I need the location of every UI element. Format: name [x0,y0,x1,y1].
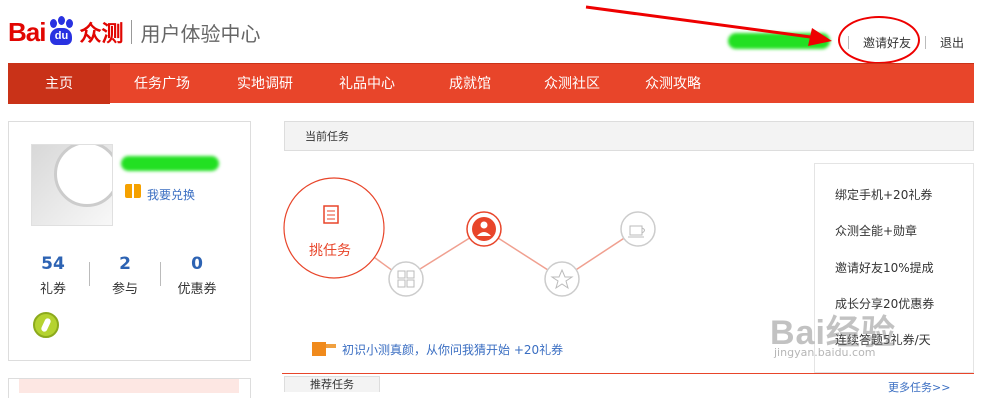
gift-icon [125,184,141,198]
stat-value: 54 [41,254,65,274]
main-nav: 主页 任务广场 实地调研 礼品中心 成就馆 众测社区 众测攻略 [8,63,974,104]
stat-label: 参与 [111,282,138,297]
level-badge-icon[interactable] [33,312,59,338]
stat-value: 2 [119,254,131,274]
star-node-icon[interactable] [544,261,580,297]
stat-label: 优惠券 [177,282,217,297]
page-title: 用户体验中心 [140,21,261,46]
logo-product: 众测 [79,22,124,47]
stat-participations[interactable]: 2 参与 [95,254,155,297]
annotation-arrow-icon [585,5,832,46]
user-node-icon[interactable] [466,211,502,247]
baidu-paw-icon: du [46,16,76,48]
nav-task-square[interactable]: 任务广场 [110,64,214,104]
stat-coupons[interactable]: 54 礼券 [23,254,83,297]
pick-task-label[interactable]: 挑任务 [309,240,351,260]
grid-node-icon[interactable] [388,261,424,297]
top-divider [925,36,927,49]
secondary-panel [8,378,251,398]
stat-discount-coupons[interactable]: 0 优惠券 [167,254,227,297]
side-task-item[interactable]: 绑定手机+20礼券 [835,186,932,203]
logo-divider [131,20,133,44]
stat-divider [160,262,161,286]
exchange-link[interactable]: 我要兑换 [147,186,195,203]
pointing-hand-icon [312,342,336,356]
stat-value: 0 [191,254,203,274]
coffee-node-icon[interactable] [620,211,656,247]
task-flow [283,177,656,297]
more-tasks-link[interactable]: 更多任务>> [888,379,950,395]
nav-gift-center[interactable]: 礼品中心 [316,64,418,104]
nav-community[interactable]: 众测社区 [522,64,622,104]
profile-panel: 我要兑换 54 礼券 2 参与 0 优惠券 [8,121,251,361]
side-task-item[interactable]: 众测全能+勋章 [835,222,917,239]
logo-paw-text: du [50,28,73,45]
nav-guide[interactable]: 众测攻略 [622,64,724,104]
redacted-name [121,156,219,171]
task-hint[interactable]: 初识小测真颜，从你问我猜开始 +20礼券 [342,341,563,358]
nav-field-research[interactable]: 实地调研 [214,64,316,104]
stat-label: 礼券 [39,282,66,297]
current-tasks-header: 当前任务 [284,121,974,151]
side-task-item[interactable]: 邀请好友10%提成 [835,259,934,276]
watermark-url: jingyan.baidu.com [774,346,876,359]
logout-link[interactable]: 退出 [940,34,964,51]
logo-text: Bai [8,16,46,47]
nav-home[interactable]: 主页 [8,64,110,104]
nav-achievements[interactable]: 成就馆 [418,64,522,104]
tab-recommended[interactable]: 推荐任务 [284,376,380,392]
pick-task-node[interactable] [283,177,385,279]
stat-divider [89,262,90,286]
annotation-circle [838,16,920,64]
recommended-tab-bar [282,373,974,392]
baidu-logo[interactable]: Bai du 众测 用户体验中心 [8,12,260,52]
avatar[interactable] [31,144,113,226]
